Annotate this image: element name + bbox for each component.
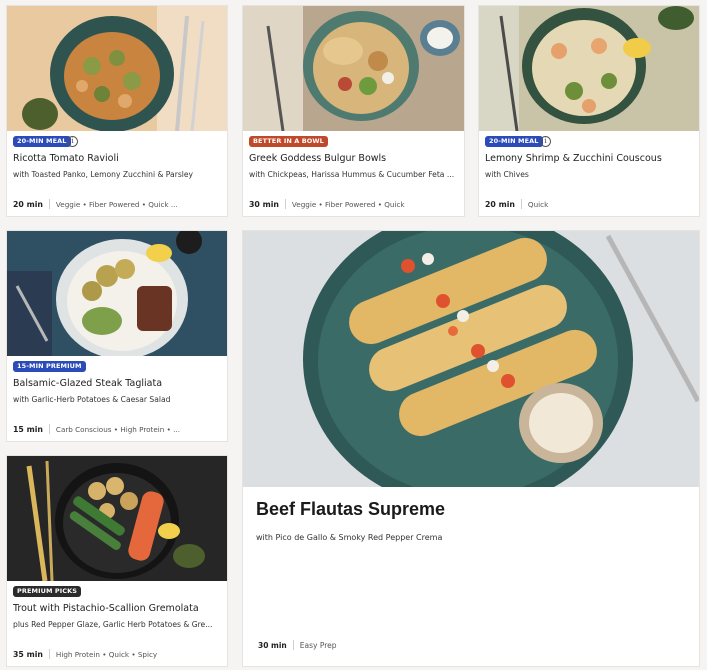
cook-time: 15 min	[13, 424, 43, 434]
badge-15-min-premium: 15-MIN PREMIUM	[13, 361, 86, 372]
featured-recipe-subtitle: with Pico de Gallo & Smoky Red Pepper Cr…	[256, 533, 443, 542]
recipe-title[interactable]: Ricotta Tomato Ravioli	[13, 153, 221, 164]
recipe-tags: Carb Conscious • High Protein • ...	[55, 424, 180, 434]
recipe-card-beef-flautas-featured[interactable]: Beef Flautas Supreme with Pico de Gallo …	[243, 231, 699, 666]
recipe-tags: Veggie • Fiber Powered • Quick	[291, 199, 405, 209]
badge-premium-picks: PREMIUM PICKS	[13, 586, 82, 597]
recipe-tags: Veggie • Fiber Powered • Quick ...	[55, 199, 178, 209]
recipe-subtitle: with Toasted Panko, Lemony Zucchini & Pa…	[13, 170, 194, 179]
recipe-card-shrimp-couscous[interactable]: 20-MIN MEAL i Lemony Shrimp & Zucchini C…	[479, 6, 699, 216]
cook-time: 20 min	[485, 199, 515, 209]
recipe-card-steak-tagliata[interactable]: 15-MIN PREMIUM Balsamic-Glazed Steak Tag…	[7, 231, 227, 441]
recipe-title[interactable]: Greek Goddess Bulgur Bowls	[249, 153, 458, 164]
recipe-image-trout[interactable]	[7, 456, 227, 581]
recipe-image-flautas[interactable]	[243, 231, 699, 487]
cook-time: 35 min	[13, 649, 43, 659]
badge-20-min-meal: 20-MIN MEAL	[485, 136, 543, 147]
featured-recipe-title[interactable]: Beef Flautas Supreme	[256, 499, 445, 520]
recipe-meta: 15 min Carb Conscious • High Protein • .…	[13, 424, 219, 434]
recipe-tags: Quick	[527, 199, 549, 209]
recipe-meta: 20 min Veggie • Fiber Powered • Quick ..…	[13, 199, 219, 209]
recipe-subtitle: with Garlic-Herb Potatoes & Caesar Salad	[13, 395, 171, 404]
divider	[520, 199, 522, 209]
divider	[48, 199, 50, 209]
divider	[284, 199, 286, 209]
recipe-title[interactable]: Lemony Shrimp & Zucchini Couscous	[485, 153, 693, 164]
divider	[48, 649, 50, 659]
recipe-subtitle: with Chives	[485, 170, 529, 179]
info-icon[interactable]: i	[67, 136, 78, 147]
recipe-tags: High Protein • Quick • Spicy	[55, 649, 158, 659]
recipe-subtitle: plus Red Pepper Glaze, Garlic Herb Potat…	[13, 620, 213, 629]
recipe-subtitle: with Chickpeas, Harissa Hummus & Cucumbe…	[249, 170, 455, 179]
recipe-tags: Easy Prep	[299, 640, 337, 650]
info-icon[interactable]: i	[540, 136, 551, 147]
featured-recipe-meta: 30 min Easy Prep	[258, 640, 337, 650]
recipe-card-greek-bulgur[interactable]: BETTER IN A BOWL Greek Goddess Bulgur Bo…	[243, 6, 464, 216]
divider	[292, 640, 294, 650]
recipe-image-bulgur[interactable]	[243, 6, 464, 131]
recipe-title[interactable]: Balsamic-Glazed Steak Tagliata	[13, 378, 221, 389]
cook-time: 30 min	[249, 199, 279, 209]
recipe-card-ricotta-ravioli[interactable]: 20-MIN MEAL i Ricotta Tomato Ravioli wit…	[7, 6, 227, 216]
cook-time: 30 min	[258, 640, 287, 650]
cook-time: 20 min	[13, 199, 43, 209]
recipe-card-trout-gremolata[interactable]: PREMIUM PICKS Trout with Pistachio-Scall…	[7, 456, 227, 666]
recipe-meta: 35 min High Protein • Quick • Spicy	[13, 649, 219, 659]
recipe-image-steak[interactable]	[7, 231, 227, 356]
recipe-meta: 30 min Veggie • Fiber Powered • Quick	[249, 199, 456, 209]
badge-better-in-a-bowl: BETTER IN A BOWL	[249, 136, 328, 147]
badge-20-min-meal: 20-MIN MEAL	[13, 136, 71, 147]
recipe-image-couscous[interactable]	[479, 6, 699, 131]
recipe-image-ravioli[interactable]	[7, 6, 227, 131]
recipe-title[interactable]: Trout with Pistachio-Scallion Gremolata	[13, 603, 221, 614]
recipe-meta: 20 min Quick	[485, 199, 691, 209]
divider	[48, 424, 50, 434]
